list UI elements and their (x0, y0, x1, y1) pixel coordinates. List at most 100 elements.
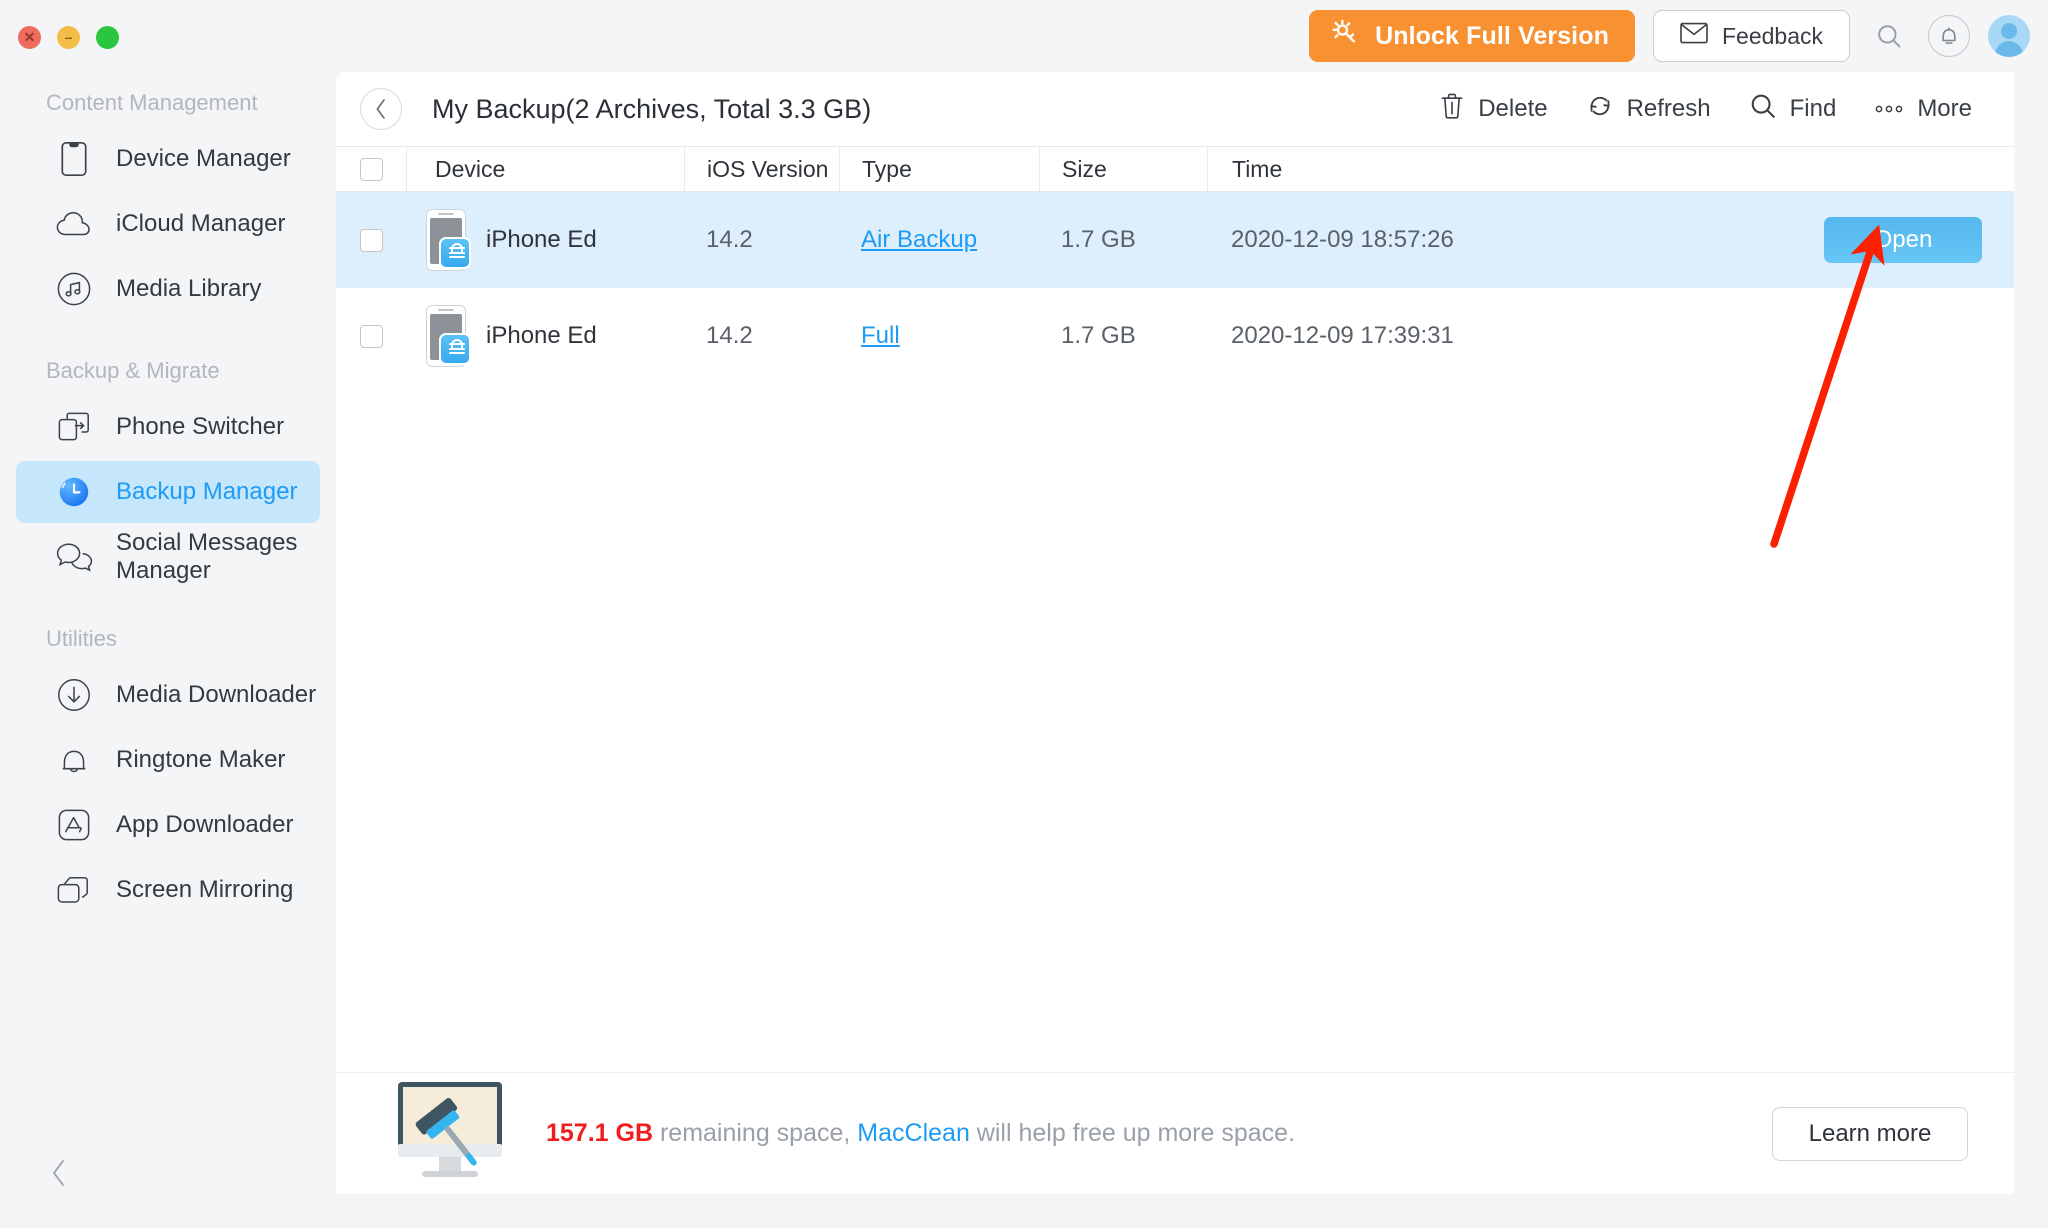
unlock-full-version-button[interactable]: Unlock Full Version (1309, 10, 1635, 62)
unlock-label: Unlock Full Version (1375, 21, 1609, 50)
chat-bubbles-icon (54, 537, 94, 577)
row-checkbox[interactable] (359, 324, 383, 348)
table-header-row: Device iOS Version Type Size Time (336, 146, 2014, 192)
back-button[interactable] (360, 88, 402, 130)
appstore-icon (54, 805, 94, 845)
row-type-cell: Full (839, 322, 1039, 350)
content-panel: My Backup(2 Archives, Total 3.3 GB) Dele… (336, 72, 2014, 1194)
close-icon: ✕ (23, 28, 36, 45)
trash-icon (1439, 92, 1465, 127)
key-sparkle-icon (1331, 18, 1361, 55)
find-button[interactable]: Find (1749, 92, 1837, 127)
topbar-actions: Unlock Full Version Feedback (1309, 10, 2030, 62)
window-controls: ✕ – (18, 26, 119, 49)
sidebar-item-ringtone-maker[interactable]: Ringtone Maker (16, 729, 320, 791)
promo-banner: 157.1 GB remaining space, MacClean will … (336, 1072, 2014, 1194)
page-title: My Backup(2 Archives, Total 3.3 GB) (432, 93, 872, 124)
sidebar-item-social-messages-manager[interactable]: Social Messages Manager (16, 526, 320, 588)
row-ios-version: 14.2 (706, 322, 753, 349)
bell-icon[interactable] (1928, 15, 1970, 57)
phone-outline-icon (54, 139, 94, 179)
maximize-window-button[interactable] (96, 26, 119, 49)
refresh-label: Refresh (1626, 95, 1711, 122)
sidebar-item-label: Media Library (116, 275, 262, 302)
device-name: iPhone Ed (486, 322, 597, 349)
row-device-cell: iPhone Ed (406, 209, 684, 271)
sidebar: Content Management Device Manager iCloud… (0, 72, 336, 1228)
avatar-head (2001, 23, 2017, 39)
row-ios-version: 14.2 (706, 226, 753, 253)
sidebar-section-title: Backup & Migrate (46, 358, 220, 383)
locked-iphone-icon (426, 209, 471, 271)
row-checkbox[interactable] (359, 228, 383, 252)
clock-icon (54, 472, 94, 512)
sidebar-item-label: Ringtone Maker (116, 746, 286, 773)
sidebar-collapse-button[interactable] (42, 1156, 76, 1190)
select-all-checkbox[interactable] (359, 157, 383, 181)
row-checkbox-cell (336, 228, 406, 252)
macclean-link[interactable]: MacClean (857, 1119, 970, 1147)
device-name: iPhone Ed (486, 226, 597, 253)
promo-text-mid: remaining space, (653, 1119, 858, 1147)
sidebar-item-device-manager[interactable]: Device Manager (16, 128, 320, 190)
delete-label: Delete (1478, 95, 1548, 122)
sidebar-item-label: Device Manager (116, 145, 291, 172)
sidebar-item-media-library[interactable]: Media Library (16, 258, 320, 320)
feedback-button[interactable]: Feedback (1652, 10, 1850, 62)
row-time: 2020-12-09 17:39:31 (1231, 322, 1454, 349)
close-window-button[interactable]: ✕ (18, 26, 41, 49)
sidebar-item-media-downloader[interactable]: Media Downloader (16, 664, 320, 726)
column-header-device[interactable]: Device (406, 146, 684, 192)
feedback-label: Feedback (1721, 22, 1823, 49)
row-checkbox-cell (336, 324, 406, 348)
sidebar-item-phone-switcher[interactable]: Phone Switcher (16, 396, 320, 458)
header-toolbar: Delete Refresh Find More (1439, 92, 1972, 127)
phone-transfer-icon (54, 407, 94, 447)
select-all-checkbox-cell (336, 157, 406, 181)
sidebar-section-title: Utilities (46, 626, 117, 651)
sidebar-item-app-downloader[interactable]: App Downloader (16, 794, 320, 856)
open-backup-button[interactable]: Open (1824, 217, 1982, 263)
column-header-size[interactable]: Size (1039, 146, 1207, 192)
more-label: More (1917, 95, 1972, 122)
backup-type-link[interactable]: Air Backup (861, 226, 977, 254)
column-header-ios-version[interactable]: iOS Version (684, 146, 839, 192)
cloud-icon (54, 204, 94, 244)
minimize-window-button[interactable]: – (57, 26, 80, 49)
sidebar-item-screen-mirroring[interactable]: Screen Mirroring (16, 859, 320, 921)
backup-type-link[interactable]: Full (861, 322, 900, 350)
sidebar-item-icloud-manager[interactable]: iCloud Manager (16, 193, 320, 255)
row-size: 1.7 GB (1061, 226, 1136, 253)
column-header-time[interactable]: Time (1207, 146, 2014, 192)
sidebar-item-label: Backup Manager (116, 478, 298, 505)
user-avatar[interactable] (1988, 15, 2030, 57)
sidebar-item-backup-manager[interactable]: Backup Manager (16, 461, 320, 523)
learn-more-button[interactable]: Learn more (1772, 1106, 1968, 1161)
promo-text: 157.1 GB remaining space, MacClean will … (546, 1119, 1295, 1148)
refresh-button[interactable]: Refresh (1586, 92, 1711, 127)
sidebar-item-label: Phone Switcher (116, 413, 285, 440)
sidebar-item-label: iCloud Manager (116, 210, 286, 237)
app-window: ✕ – Unlock Full Version Feedback Content… (0, 0, 2048, 1228)
more-button[interactable]: More (1874, 95, 1972, 123)
remaining-space-value: 157.1 GB (546, 1119, 654, 1147)
bell-outline-icon (54, 740, 94, 780)
table-row[interactable]: iPhone Ed 14.2 Full 1.7 GB 2020-12-09 17… (336, 288, 2014, 384)
search-icon (1749, 92, 1777, 127)
screens-stack-icon (54, 870, 94, 910)
backup-table: Device iOS Version Type Size Time iPhone… (336, 146, 2014, 384)
sidebar-item-label: Screen Mirroring (116, 876, 294, 903)
avatar-body (1995, 41, 2023, 57)
sidebar-item-label: App Downloader (116, 811, 294, 838)
search-icon[interactable] (1868, 15, 1910, 57)
music-note-circle-icon (54, 269, 94, 309)
mail-icon (1680, 22, 1708, 50)
table-row[interactable]: iPhone Ed 14.2 Air Backup 1.7 GB 2020-12… (336, 192, 2014, 288)
refresh-icon (1586, 92, 1614, 127)
sidebar-item-label: Media Downloader (116, 681, 317, 708)
promo-text-end: will help free up more space. (969, 1119, 1296, 1147)
find-label: Find (1789, 95, 1837, 122)
delete-button[interactable]: Delete (1439, 92, 1548, 127)
column-header-type[interactable]: Type (839, 146, 1039, 192)
sidebar-item-label: Social Messages Manager (116, 529, 298, 584)
